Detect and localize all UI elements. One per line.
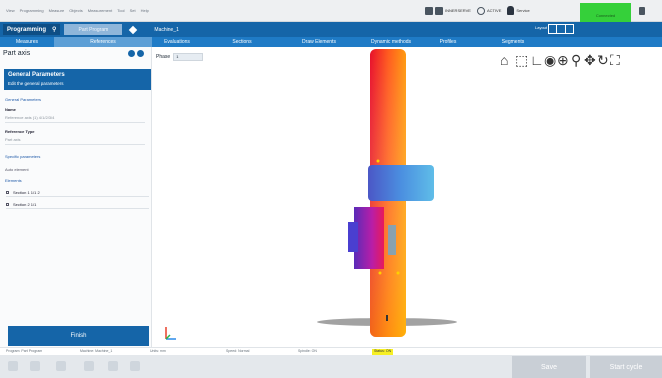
connection-label: Connected xyxy=(595,13,616,18)
name-field[interactable]: Reference axis (1) 4/1/2/3/4 xyxy=(5,115,145,123)
status-label: INNERSERVE xyxy=(445,8,471,13)
auto-option[interactable]: Auto element xyxy=(5,167,29,172)
status-strip: Program: Part Program Machine: Machine_1… xyxy=(0,347,662,355)
status-circle-icon xyxy=(476,6,485,15)
header-subtitle: Edit the general parameters xyxy=(8,81,64,86)
help-icon[interactable] xyxy=(137,50,144,57)
user-item[interactable]: Service xyxy=(507,6,530,15)
status-label: ACTIVE xyxy=(486,8,502,13)
panel-header: Part axis xyxy=(0,47,151,60)
parameters-panel: Part axis General Parameters Edit the ge… xyxy=(0,47,152,348)
layout-label: Layout xyxy=(535,25,548,30)
machine-selector[interactable]: Machine_1 xyxy=(154,27,178,33)
general-parameters-header: General Parameters Edit the general para… xyxy=(4,69,151,90)
home-icon[interactable] xyxy=(8,361,18,371)
bottom-bar: Save Start cycle xyxy=(0,355,662,378)
tab-draw-elements[interactable]: Draw Elements xyxy=(282,37,356,47)
status-program: Program: Part Program xyxy=(6,349,43,353)
part-program-button[interactable]: Part Program xyxy=(64,24,123,35)
panel-buttons xyxy=(128,50,144,57)
title-bar: Programming ⚲ Part Program Machine_1 Lay… xyxy=(0,22,662,37)
user-icon xyxy=(507,6,515,15)
status-area: INNERSERVE ACTIVE Service xyxy=(425,6,530,15)
element-checkbox-icon[interactable] xyxy=(6,190,9,194)
finish-button[interactable]: Finish xyxy=(8,326,149,346)
tab-evaluations[interactable]: Evaluations xyxy=(152,37,202,47)
save-button[interactable]: Save xyxy=(512,356,586,378)
hub-flange xyxy=(348,222,358,252)
info-icon[interactable] xyxy=(128,50,135,57)
reference-type-label: Reference Type xyxy=(5,129,35,134)
section-general[interactable]: General Parameters xyxy=(5,97,41,102)
user-label: Service xyxy=(516,8,530,13)
element-label: Section 1 1/1 2 xyxy=(13,189,40,195)
status-spindle: Spindle: ON xyxy=(298,349,317,353)
pin-icon[interactable] xyxy=(639,7,645,15)
menu-items: View Programming Measure Objects Measure… xyxy=(0,8,149,13)
element-item[interactable]: Section 1 1/1 2 xyxy=(6,188,149,197)
layout-toggle[interactable] xyxy=(548,24,574,34)
section-elements[interactable]: Elements xyxy=(5,178,22,183)
ring xyxy=(368,165,434,201)
probe-icon[interactable] xyxy=(56,361,66,371)
menu-help[interactable]: Help xyxy=(141,8,149,13)
programming-label: Programming xyxy=(7,26,47,33)
status-machine: Machine: Machine_1 xyxy=(80,349,113,353)
tab-segments[interactable]: Segments xyxy=(470,37,556,47)
slot xyxy=(388,225,396,255)
name-label: Name xyxy=(5,107,16,112)
part-model xyxy=(165,49,457,340)
section-specific[interactable]: Specific parameters xyxy=(5,154,40,159)
panel-title: Part axis xyxy=(3,50,31,57)
probe-icon: ⚲ xyxy=(52,27,57,33)
3d-viewport[interactable]: Phase 1 ⌂ ⬚ ∟ ◉ ⊕ ⚲ ✥ ↻ ⛶ xyxy=(152,47,662,348)
status-speed: Speed: Normal xyxy=(226,349,250,353)
edit-icon[interactable] xyxy=(129,25,138,34)
reference-type-field[interactable]: Part axis xyxy=(5,137,145,145)
element-checkbox-icon[interactable] xyxy=(6,202,9,206)
programming-button[interactable]: Programming ⚲ xyxy=(3,24,61,35)
status-units: Units: mm xyxy=(150,349,166,353)
tab-measures[interactable]: Measures xyxy=(0,37,54,47)
tab-dynamic-methods[interactable]: Dynamic methods xyxy=(356,37,426,47)
edit-icon[interactable] xyxy=(84,361,94,371)
menu-set[interactable]: Set xyxy=(130,8,136,13)
tab-profiles[interactable]: Profiles xyxy=(426,37,470,47)
start-cycle-button[interactable]: Start cycle xyxy=(590,356,662,378)
tree-icon[interactable] xyxy=(30,361,40,371)
tab-references[interactable]: References xyxy=(54,37,152,47)
menu-tool[interactable]: Tool xyxy=(117,8,124,13)
menu-measure[interactable]: Measure xyxy=(49,8,65,13)
element-label: Section 2 1/1 xyxy=(13,201,37,207)
tab-bar: Measures References Evaluations Sections… xyxy=(0,37,662,47)
tab-sections[interactable]: Sections xyxy=(202,37,282,47)
menu-measurement[interactable]: Measurement xyxy=(88,8,112,13)
element-item[interactable]: Section 2 1/1 xyxy=(6,200,149,209)
status-item: ACTIVE xyxy=(476,6,502,15)
header-title: General Parameters xyxy=(8,72,65,78)
hub xyxy=(354,207,384,269)
status-item: INNERSERVE xyxy=(425,6,471,15)
monitor-icon xyxy=(435,6,443,15)
menu-view[interactable]: View xyxy=(6,8,15,13)
printer-icon xyxy=(425,6,433,15)
app-window: View Programming Measure Objects Measure… xyxy=(0,0,662,378)
axis-triad xyxy=(165,327,176,340)
add-icon[interactable] xyxy=(108,361,118,371)
menu-programming[interactable]: Programming xyxy=(20,8,44,13)
menu-bar: View Programming Measure Objects Measure… xyxy=(0,0,662,22)
more-icon[interactable] xyxy=(130,361,140,371)
menu-objects[interactable]: Objects xyxy=(69,8,83,13)
